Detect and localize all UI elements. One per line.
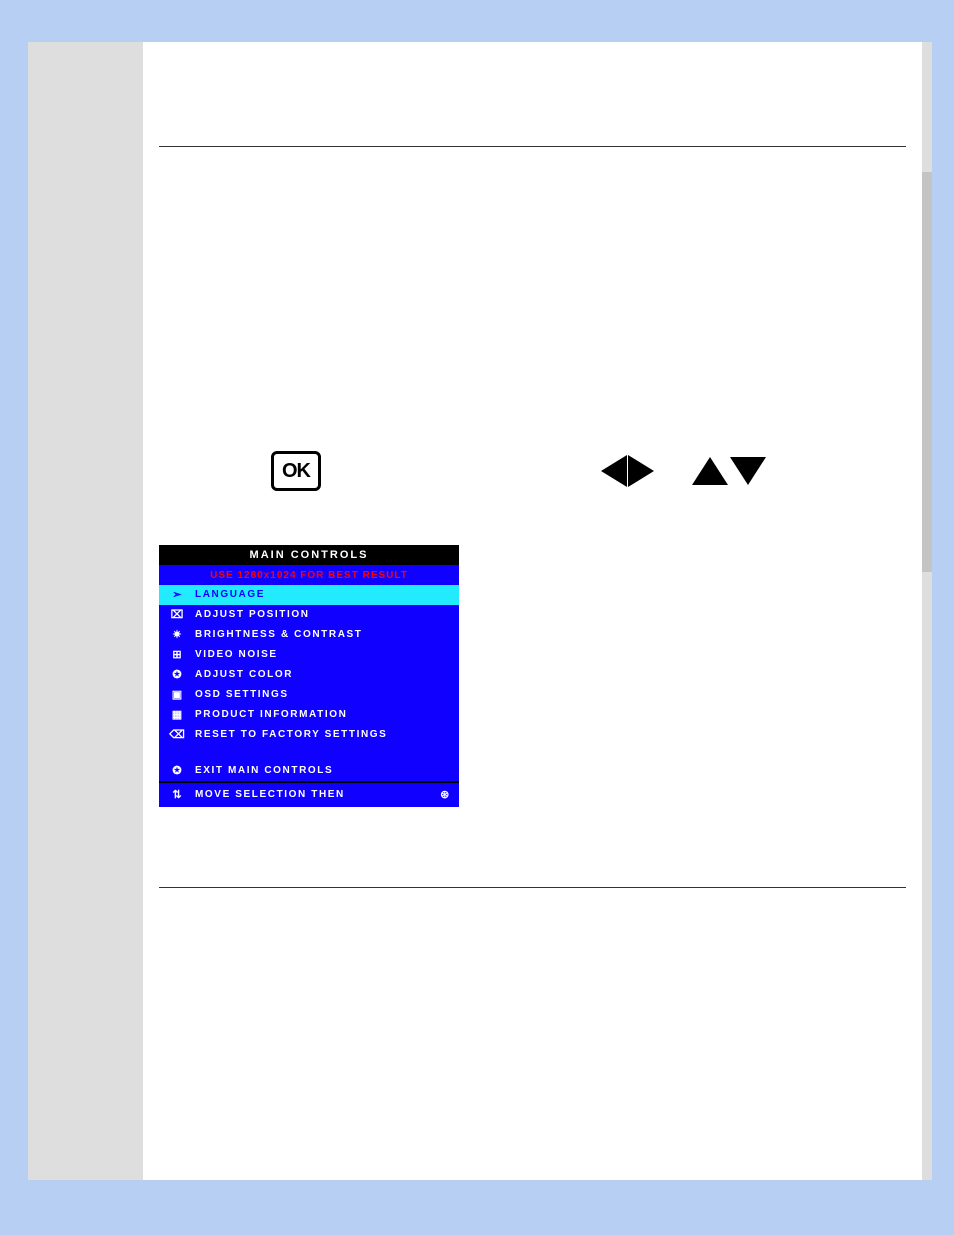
ok-button-icon: OK [271,451,321,491]
osd-item[interactable]: ✷ BRIGHTNESS & CONTRAST [159,625,459,645]
osd-item[interactable]: ▣ OSD SETTINGS [159,685,459,705]
osd-item-label: LANGUAGE [195,587,265,603]
osd-item-label: ADJUST COLOR [195,667,293,683]
osd-item-label: OSD SETTINGS [195,687,289,703]
document-page: OK MAIN CONTROLS USE 1280x1024 FOR BEST … [143,42,922,1180]
osd-item[interactable]: ➣ LANGUAGE [159,585,459,605]
ok-mark-icon: ⊛ [440,788,451,801]
osd-item-label: ADJUST POSITION [195,607,310,623]
osd-title: MAIN CONTROLS [159,545,459,565]
page-frame: OK MAIN CONTROLS USE 1280x1024 FOR BEST … [28,42,932,1180]
arrow-right-icon [628,455,654,487]
osd-footer-label: MOVE SELECTION THEN [195,789,345,800]
scrollbar-thumb[interactable] [922,172,932,572]
osd-item-exit[interactable]: ✪ EXIT MAIN CONTROLS [159,761,459,781]
osd-item[interactable]: ⊞ VIDEO NOISE [159,645,459,665]
arrow-down-icon [730,457,766,485]
video-noise-icon: ⊞ [169,647,185,663]
arrow-up-icon [692,457,728,485]
product-info-icon: ▦ [169,707,185,723]
osd-item[interactable]: ⌧ ADJUST POSITION [159,605,459,625]
scrollbar-track[interactable] [922,42,932,1180]
osd-item-label: BRIGHTNESS & CONTRAST [195,627,363,643]
osd-item[interactable]: ✪ ADJUST COLOR [159,665,459,685]
osd-item-label: EXIT MAIN CONTROLS [195,763,333,779]
arrow-left-icon [601,455,627,487]
osd-footer: ⇅ MOVE SELECTION THEN ⊛ [159,781,459,807]
osd-item[interactable]: ⌫ RESET TO FACTORY SETTINGS [159,725,459,745]
position-icon: ⌧ [169,607,185,623]
button-icon-row: OK [159,427,906,515]
outer-scrollbar-thumb[interactable] [938,260,944,820]
nav-updown-icon: ⇅ [169,788,185,801]
osd-main-controls: MAIN CONTROLS USE 1280x1024 FOR BEST RES… [159,545,459,807]
osd-resolution-hint: USE 1280x1024 FOR BEST RESULT [159,565,459,585]
brightness-icon: ✷ [169,627,185,643]
ok-label: OK [282,460,310,483]
language-icon: ➣ [169,587,185,603]
exit-icon: ✪ [169,763,185,779]
osd-item-label: VIDEO NOISE [195,647,278,663]
osd-item-label: PRODUCT INFORMATION [195,707,347,723]
reset-icon: ⌫ [169,727,185,743]
color-icon: ✪ [169,667,185,683]
arrow-icons [601,455,766,487]
osd-item-label: RESET TO FACTORY SETTINGS [195,727,387,743]
osd-item[interactable]: ▦ PRODUCT INFORMATION [159,705,459,725]
osd-settings-icon: ▣ [169,687,185,703]
